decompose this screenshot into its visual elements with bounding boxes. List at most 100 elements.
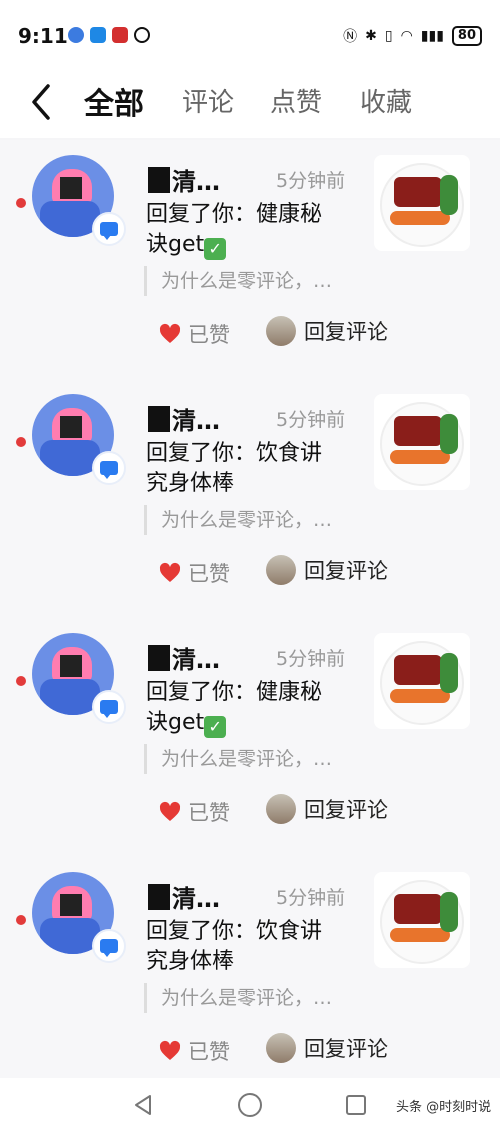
liked-button[interactable]: 已赞 [158, 1036, 230, 1066]
comment-badge-icon [92, 212, 126, 246]
username[interactable]: 清… [172, 879, 220, 914]
liked-label: 已赞 [188, 801, 230, 825]
reply-line-2: 诀get [146, 710, 205, 735]
reply-comment-button[interactable]: 回复评论 [266, 794, 388, 824]
post-thumbnail[interactable] [374, 872, 470, 968]
status-bar: 9:11 Ⓝ ✱ ▯ ◠ ▮▮▮ 80 [0, 0, 500, 70]
reply-line-2: 诀get [146, 232, 205, 257]
unread-dot [16, 915, 26, 925]
system-navigation-bar: 头条 @时刻时说 [0, 1078, 500, 1133]
post-thumbnail[interactable] [374, 155, 470, 251]
notification-list: 清… 5分钟前 回复了你：健康秘 诀get ✓ 为什么是零评论，… 已赞 回复评论 [0, 140, 500, 1096]
heart-icon [159, 562, 181, 582]
app-notification-icon [112, 27, 128, 43]
redaction-mask [148, 166, 170, 193]
reply-label: 回复评论 [304, 1037, 388, 1061]
username[interactable]: 清… [172, 401, 220, 436]
reply-line-2: 究身体棒 [146, 471, 235, 496]
reply-line-1: 回复了你：健康秘 [146, 202, 323, 227]
reply-comment-button[interactable]: 回复评论 [266, 555, 388, 585]
my-avatar [266, 1033, 296, 1063]
username-row[interactable]: 清… [148, 879, 220, 914]
redaction-mask [148, 883, 170, 910]
notification-item[interactable]: 清… 5分钟前 回复了你：饮食讲 究身体棒 为什么是零评论，… 已赞 回复评论 [0, 379, 500, 618]
tab-comments[interactable]: 评论 [182, 82, 234, 119]
liked-button[interactable]: 已赞 [158, 797, 230, 827]
reply-comment-button[interactable]: 回复评论 [266, 1033, 388, 1063]
status-time: 9:11 [18, 24, 68, 48]
status-right-icons: Ⓝ ✱ ▯ ◠ ▮▮▮ 80 [343, 26, 482, 46]
reply-label: 回复评论 [304, 320, 388, 344]
nav-home-icon[interactable] [238, 1093, 262, 1117]
tab-likes[interactable]: 点赞 [270, 82, 322, 119]
username[interactable]: 清… [172, 640, 220, 675]
tab-favorites[interactable]: 收藏 [360, 82, 412, 119]
my-avatar [266, 316, 296, 346]
redaction-mask [148, 644, 170, 671]
nav-recent-apps-icon[interactable] [346, 1095, 366, 1115]
quoted-comment: 为什么是零评论，… [144, 983, 332, 1013]
nfc-icon: Ⓝ [343, 29, 358, 45]
nav-back-icon[interactable] [132, 1094, 154, 1116]
signal-icon: ▮▮▮ [420, 28, 444, 44]
reply-text: 回复了你：健康秘 诀get ✓ [146, 678, 358, 738]
back-arrow-icon[interactable] [26, 80, 60, 124]
reply-label: 回复评论 [304, 559, 388, 583]
my-avatar [266, 555, 296, 585]
reply-comment-button[interactable]: 回复评论 [266, 316, 388, 346]
unread-dot [16, 437, 26, 447]
unread-dot [16, 676, 26, 686]
liked-button[interactable]: 已赞 [158, 319, 230, 349]
quoted-comment: 为什么是零评论，… [144, 505, 332, 535]
timestamp: 5分钟前 [276, 887, 346, 909]
quoted-comment: 为什么是零评论，… [144, 266, 332, 296]
app-notification-icon [90, 27, 106, 43]
comment-badge-icon [92, 451, 126, 485]
comment-badge-icon [92, 929, 126, 963]
reply-label: 回复评论 [304, 798, 388, 822]
vibrate-icon: ▯ [384, 28, 393, 44]
battery-indicator: 80 [451, 26, 482, 46]
bluetooth-icon: ✱ [365, 28, 377, 44]
app-notification-icon [68, 27, 84, 43]
quoted-comment: 为什么是零评论，… [144, 744, 332, 774]
reply-line-1: 回复了你：健康秘 [146, 680, 323, 705]
unread-dot [16, 198, 26, 208]
liked-button[interactable]: 已赞 [158, 558, 230, 588]
heart-icon [159, 801, 181, 821]
check-mark-icon: ✓ [204, 716, 227, 738]
liked-label: 已赞 [188, 562, 230, 586]
wifi-icon: ◠ [400, 28, 413, 44]
liked-label: 已赞 [188, 323, 230, 347]
username[interactable]: 清… [172, 162, 220, 197]
reply-line-2: 究身体棒 [146, 949, 235, 974]
reply-line-1: 回复了你：饮食讲 [146, 919, 323, 944]
post-thumbnail[interactable] [374, 394, 470, 490]
check-mark-icon: ✓ [204, 238, 227, 260]
timestamp: 5分钟前 [276, 409, 346, 431]
username-row[interactable]: 清… [148, 640, 220, 675]
reply-text: 回复了你：饮食讲 究身体棒 [146, 917, 358, 977]
liked-label: 已赞 [188, 1040, 230, 1064]
notification-item[interactable]: 清… 5分钟前 回复了你：饮食讲 究身体棒 为什么是零评论，… 已赞 回复评论 [0, 857, 500, 1096]
timestamp: 5分钟前 [276, 648, 346, 670]
comment-badge-icon [92, 690, 126, 724]
timestamp: 5分钟前 [276, 170, 346, 192]
top-navigation: 全部 评论 点赞 收藏 [0, 70, 500, 138]
username-row[interactable]: 清… [148, 162, 220, 197]
reply-text: 回复了你：饮食讲 究身体棒 [146, 439, 358, 499]
notification-item[interactable]: 清… 5分钟前 回复了你：健康秘 诀get ✓ 为什么是零评论，… 已赞 回复评论 [0, 618, 500, 857]
watermark: 头条 @时刻时说 [396, 1100, 492, 1115]
reply-line-1: 回复了你：饮食讲 [146, 441, 323, 466]
eye-icon [134, 27, 150, 43]
post-thumbnail[interactable] [374, 633, 470, 729]
status-app-icons [68, 27, 150, 43]
heart-icon [159, 1040, 181, 1060]
notification-item[interactable]: 清… 5分钟前 回复了你：健康秘 诀get ✓ 为什么是零评论，… 已赞 回复评论 [0, 140, 500, 379]
redaction-mask [148, 405, 170, 432]
heart-icon [159, 323, 181, 343]
username-row[interactable]: 清… [148, 401, 220, 436]
reply-text: 回复了你：健康秘 诀get ✓ [146, 200, 358, 260]
my-avatar [266, 794, 296, 824]
tab-all[interactable]: 全部 [84, 79, 144, 123]
